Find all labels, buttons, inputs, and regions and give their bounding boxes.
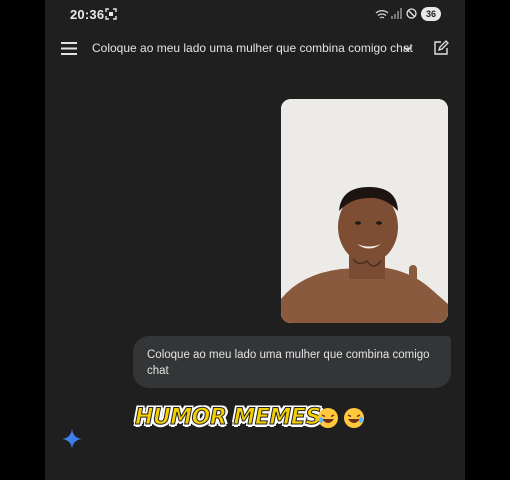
wifi-icon — [375, 10, 389, 19]
battery-icon: 36 — [421, 7, 441, 21]
screenshot-icon — [105, 8, 117, 20]
meme-caption-text: HUMOR MEMES — [135, 405, 322, 431]
photo-image — [281, 99, 448, 323]
do-not-disturb-icon — [406, 8, 417, 19]
user-message-bubble[interactable]: Coloque ao meu lado uma mulher que combi… — [133, 336, 451, 388]
chevron-down-icon[interactable] — [402, 43, 413, 54]
status-bar: 20:36 36 — [45, 0, 465, 28]
laughing-emoji-icon — [318, 408, 338, 428]
chat-title[interactable]: Coloque ao meu lado uma mulher que combi… — [92, 41, 413, 55]
app-bar: Coloque ao meu lado uma mulher que combi… — [45, 34, 465, 64]
edit-icon[interactable] — [433, 40, 449, 56]
phone-screen: 20:36 36 Coloque ao meu lado uma mulher … — [45, 0, 465, 480]
signal-icon — [391, 8, 402, 19]
uploaded-photo[interactable] — [281, 99, 448, 323]
laughing-emoji-icon — [344, 408, 364, 428]
user-message-text: Coloque ao meu lado uma mulher que combi… — [147, 349, 430, 377]
meme-caption: HUMOR MEMES — [135, 405, 322, 431]
status-time: 20:36 — [70, 7, 105, 22]
menu-icon[interactable] — [61, 42, 77, 55]
gemini-sparkle-icon — [62, 429, 82, 449]
